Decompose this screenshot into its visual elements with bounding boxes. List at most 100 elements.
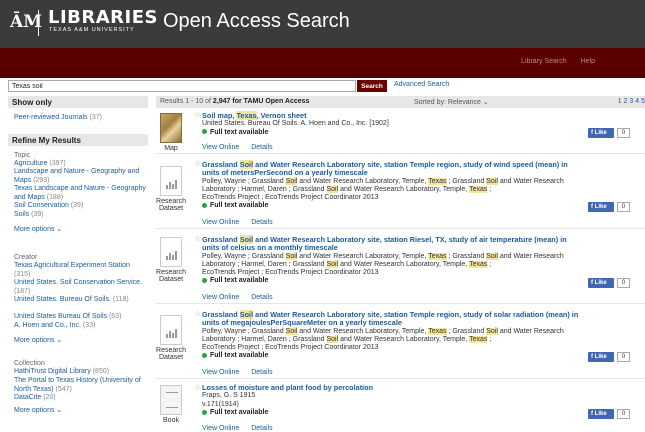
- view-online-link[interactable]: View Online: [202, 425, 239, 432]
- facet-collection[interactable]: HathiTrust Digital Library (850): [14, 368, 146, 377]
- more-options-label: More options: [14, 337, 55, 344]
- topic-more-options[interactable]: More options ⌄: [14, 225, 62, 233]
- star-icon[interactable]: ☆: [194, 110, 201, 119]
- result-type-label: Book: [163, 417, 179, 424]
- results-scope: for TAMU Open Access: [232, 98, 310, 105]
- facet-creator[interactable]: United States Bureau Of Soils (63): [14, 313, 146, 322]
- facebook-like-button[interactable]: f Like: [588, 352, 614, 362]
- view-online-link[interactable]: View Online: [202, 369, 239, 376]
- result-title[interactable]: Grassland Soil and Water Research Labora…: [202, 310, 582, 328]
- search-button[interactable]: Search: [357, 80, 387, 92]
- more-options-label: More options: [14, 407, 55, 414]
- result-thumbnail[interactable]: Research Dataset: [156, 237, 186, 283]
- result-title[interactable]: Grassland Soil and Water Research Labora…: [202, 235, 582, 253]
- bar-chart-icon: [166, 179, 178, 189]
- pagination[interactable]: 1 2 3 4 5: [618, 98, 645, 105]
- full-text-label: Full text available: [210, 128, 269, 136]
- facet-topic[interactable]: Texas Landscape and Nature - Geography a…: [14, 185, 146, 202]
- facet-count: (118): [112, 296, 129, 303]
- result-body: Grassland Soil and Water Research Labora…: [202, 310, 582, 361]
- star-icon[interactable]: ☆: [194, 309, 201, 318]
- details-link[interactable]: Details: [251, 144, 272, 151]
- facebook-like-button[interactable]: f Like: [588, 202, 614, 212]
- result-item: Book ☆ Losses of moisture and plant food…: [156, 382, 645, 432]
- result-authors: United States. Bureau Of Soils. A. Hoen …: [202, 120, 389, 128]
- available-dot-icon: [202, 129, 207, 135]
- facet-label: Soil Conservation: [14, 202, 69, 209]
- facebook-like[interactable]: f Like 0: [588, 409, 638, 420]
- details-link[interactable]: Details: [251, 294, 272, 301]
- like-label: Like: [594, 130, 607, 136]
- results-total: 2,947: [212, 98, 231, 105]
- result-title[interactable]: Grassland Soil and Water Research Labora…: [202, 160, 582, 178]
- facet-collection[interactable]: DataCite (20): [14, 394, 146, 403]
- facet-topic[interactable]: Soil Conservation (39): [14, 202, 146, 211]
- search-input[interactable]: [8, 80, 356, 92]
- star-icon[interactable]: ☆: [194, 234, 201, 243]
- details-link[interactable]: Details: [251, 219, 272, 226]
- view-online-link[interactable]: View Online: [202, 219, 239, 226]
- facebook-like[interactable]: f Like 0: [588, 128, 638, 139]
- facet-creator[interactable]: United States. Soil Conservation Service…: [14, 279, 146, 296]
- facebook-like-button[interactable]: f Like: [588, 278, 614, 288]
- result-title[interactable]: Soil map, Texas, Vernon sheet: [202, 111, 582, 120]
- advanced-search-link[interactable]: Advanced Search: [394, 81, 449, 88]
- facet-collection[interactable]: The Portal to Texas History (University …: [14, 377, 146, 394]
- result-thumbnail[interactable]: Map: [156, 113, 186, 152]
- results-header: Results 1 - 10 of 2,947 for TAMU Open Ac…: [156, 96, 645, 108]
- available-dot-icon: [202, 278, 207, 284]
- result-thumbnail[interactable]: Book: [156, 385, 186, 424]
- help-link[interactable]: Help: [581, 58, 595, 65]
- result-links: View Online Details: [202, 425, 283, 432]
- facebook-like-button[interactable]: f Like: [588, 409, 614, 419]
- result-item: Research Dataset ☆ Grassland Soil and Wa…: [156, 232, 645, 304]
- facet-label: United States. Bureau Of Soils.: [14, 296, 111, 303]
- result-item: Map ☆ Soil map, Texas, Vernon sheet Unit…: [156, 110, 645, 154]
- library-search-link[interactable]: Library Search: [521, 58, 567, 65]
- facebook-like[interactable]: f Like 0: [588, 202, 638, 213]
- view-online-link[interactable]: View Online: [202, 294, 239, 301]
- results-count: Results 1 - 10 of 2,947 for TAMU Open Ac…: [160, 98, 309, 105]
- collection-label: Collection: [14, 360, 45, 367]
- result-thumbnail[interactable]: Research Dataset: [156, 315, 186, 361]
- facet-label: DataCite: [14, 394, 42, 401]
- dataset-thumbnail-image: [160, 237, 182, 267]
- like-count: 0: [617, 278, 630, 288]
- result-links: View Online Details: [202, 369, 283, 376]
- result-volume: v.171(1914): [202, 400, 239, 408]
- facebook-like-button[interactable]: f Like: [588, 128, 614, 138]
- star-icon[interactable]: ☆: [194, 159, 201, 168]
- creator-more-options[interactable]: More options ⌄: [14, 336, 62, 344]
- full-text-label: Full text available: [210, 277, 269, 285]
- facet-topic[interactable]: Soils (39): [14, 211, 146, 220]
- facebook-like[interactable]: f Like 0: [588, 352, 638, 363]
- facet-count: (315): [14, 270, 31, 278]
- dataset-thumbnail-image: [160, 166, 182, 196]
- details-link[interactable]: Details: [251, 369, 272, 376]
- facet-creator[interactable]: Texas Agricultural Experiment Station (3…: [14, 262, 146, 279]
- results-prefix: Results 1 - 10 of: [160, 98, 211, 105]
- full-text-label: Full text available: [210, 352, 269, 360]
- collection-more-options[interactable]: More options ⌄: [14, 406, 62, 414]
- result-links: View Online Details: [202, 219, 283, 226]
- chevron-down-icon: ⌄: [56, 226, 63, 233]
- facet-topic[interactable]: Landscape and Nature - Geography and Map…: [14, 168, 146, 185]
- view-online-link[interactable]: View Online: [202, 144, 239, 151]
- facet-peer-reviewed[interactable]: Peer-reviewed Journals (37): [14, 114, 146, 123]
- result-thumbnail[interactable]: Research Dataset: [156, 166, 186, 212]
- facebook-like[interactable]: f Like 0: [588, 278, 638, 289]
- result-title[interactable]: Losses of moisture and plant food by per…: [202, 383, 582, 392]
- nav-links: Library Search Help: [509, 58, 595, 65]
- logo-subtitle: TEXAS A&M UNIVERSITY: [49, 27, 135, 33]
- star-icon[interactable]: ☆: [194, 383, 201, 392]
- like-label: Like: [594, 280, 607, 286]
- available-dot-icon: [202, 203, 207, 209]
- details-link[interactable]: Details: [251, 425, 272, 432]
- sort-dropdown[interactable]: Sorted by: Relevance ⌄: [414, 98, 489, 106]
- facet-label: Texas Agricultural Experiment Station: [14, 262, 130, 269]
- facet-count: (39): [31, 211, 44, 218]
- like-label: Like: [594, 354, 607, 360]
- facet-creator[interactable]: United States. Bureau Of Soils. (118): [14, 296, 146, 305]
- facet-creator[interactable]: A. Hoen and Co., Inc. (33): [14, 322, 146, 331]
- facet-count: (188): [46, 193, 64, 201]
